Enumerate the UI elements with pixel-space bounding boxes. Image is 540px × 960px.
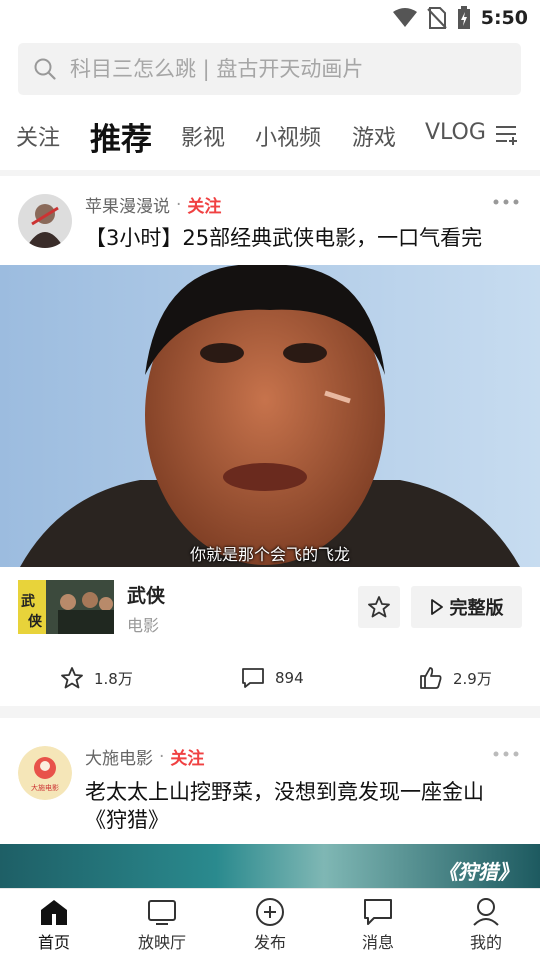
author-name[interactable]: 苹果漫漫说 xyxy=(85,192,170,217)
avatar[interactable] xyxy=(18,194,72,248)
message-icon xyxy=(364,899,392,925)
nav-home-label: 首页 xyxy=(37,933,70,952)
more-options-icon[interactable] xyxy=(492,750,520,758)
full-version-button[interactable]: 完整版 xyxy=(411,586,522,628)
follow-button[interactable]: 关注 xyxy=(170,744,204,769)
author-name[interactable]: 大施电影 xyxy=(85,744,153,769)
feed-card[interactable]: 苹果漫漫说 · 关注 【3小时】25部经典武侠电影，一口气看完 你就是那个会飞的… xyxy=(0,176,540,706)
nav-messages[interactable]: 消息 xyxy=(338,897,418,953)
category-tabs: 关注 推荐 影视 小视频 游戏 VLOG xyxy=(0,100,540,170)
search-icon xyxy=(34,58,56,80)
video-frame-image xyxy=(0,265,540,567)
nav-profile[interactable]: 我的 xyxy=(446,897,526,953)
home-icon xyxy=(41,900,67,925)
no-sim-icon xyxy=(427,7,447,29)
comment-count: 894 xyxy=(275,669,304,687)
full-version-label: 完整版 xyxy=(449,598,504,619)
movie-name[interactable]: 武侠 xyxy=(127,581,165,608)
star-icon xyxy=(61,667,83,689)
author-line: 苹果漫漫说 · 关注 xyxy=(85,192,221,218)
thumbnail-overlay-text: 《狩猎》 xyxy=(438,860,518,884)
tab-film-tv[interactable]: 影视 xyxy=(181,120,225,152)
comment-icon xyxy=(242,668,264,688)
nav-profile-label: 我的 xyxy=(469,933,502,952)
thumbs-up-icon xyxy=(420,667,442,689)
tab-follow[interactable]: 关注 xyxy=(16,120,60,152)
like-action[interactable]: 2.9万 xyxy=(419,666,492,690)
video-player[interactable]: 你就是那个会飞的飞龙 xyxy=(0,265,540,567)
movie-poster[interactable]: 武侠 xyxy=(18,580,114,634)
tv-icon xyxy=(148,900,176,925)
tab-recommend[interactable]: 推荐 xyxy=(90,114,152,159)
add-favorite-button[interactable] xyxy=(358,586,400,628)
author-line: 大施电影 · 关注 xyxy=(85,744,204,770)
post-title[interactable]: 老太太上山挖野菜，没想到竟发现一座金山《狩猎》 xyxy=(85,778,516,834)
search-bar xyxy=(0,36,540,100)
clock: 5:50 xyxy=(480,7,528,29)
tab-short-video[interactable]: 小视频 xyxy=(255,120,321,152)
avatar[interactable]: 大施电影 xyxy=(18,746,72,800)
more-options-icon[interactable] xyxy=(492,198,520,206)
star-icon xyxy=(368,596,390,618)
favorite-action[interactable]: 1.8万 xyxy=(60,666,133,690)
bottom-navigation: 首页 放映厅 发布 消息 我的 xyxy=(0,888,540,960)
favorite-count: 1.8万 xyxy=(94,669,133,688)
nav-theater-label: 放映厅 xyxy=(137,933,186,952)
feed-card[interactable]: 大施电影 大施电影 · 关注 老太太上山挖野菜，没想到竟发现一座金山《狩猎》 《… xyxy=(0,718,540,888)
post-title[interactable]: 【3小时】25部经典武侠电影，一口气看完 xyxy=(85,224,516,252)
plus-circle-icon xyxy=(256,898,284,926)
user-icon xyxy=(473,898,499,926)
status-bar: 5:50 xyxy=(0,0,540,36)
tab-game[interactable]: 游戏 xyxy=(352,120,396,152)
nav-publish-label: 发布 xyxy=(253,933,286,952)
action-bar: 1.8万 894 2.9万 xyxy=(0,658,540,698)
follow-button[interactable]: 关注 xyxy=(187,192,221,217)
separator-dot: · xyxy=(159,746,165,767)
avatar-label: 大施电影 xyxy=(31,783,59,792)
wifi-icon xyxy=(392,8,417,27)
search-box[interactable] xyxy=(18,43,521,95)
nav-theater[interactable]: 放映厅 xyxy=(122,897,202,953)
tab-vlog[interactable]: VLOG xyxy=(425,120,486,145)
movie-type: 电影 xyxy=(127,616,160,635)
comment-action[interactable]: 894 xyxy=(241,666,304,690)
movie-info-row: 武侠 武侠 电影 完整版 xyxy=(18,576,522,636)
svg-text:侠: 侠 xyxy=(28,613,43,630)
svg-text:武: 武 xyxy=(21,593,35,610)
video-subtitle: 你就是那个会飞的飞龙 xyxy=(189,545,350,564)
play-icon xyxy=(430,599,443,615)
video-thumbnail[interactable]: 《狩猎》 xyxy=(0,844,540,888)
nav-home[interactable]: 首页 xyxy=(14,897,94,953)
battery-charging-icon xyxy=(457,6,470,29)
search-input[interactable] xyxy=(70,57,490,81)
nav-messages-label: 消息 xyxy=(361,933,394,952)
nav-publish[interactable]: 发布 xyxy=(230,897,310,953)
separator-dot: · xyxy=(176,194,182,215)
like-count: 2.9万 xyxy=(453,669,492,688)
channel-menu-icon[interactable] xyxy=(494,122,520,148)
